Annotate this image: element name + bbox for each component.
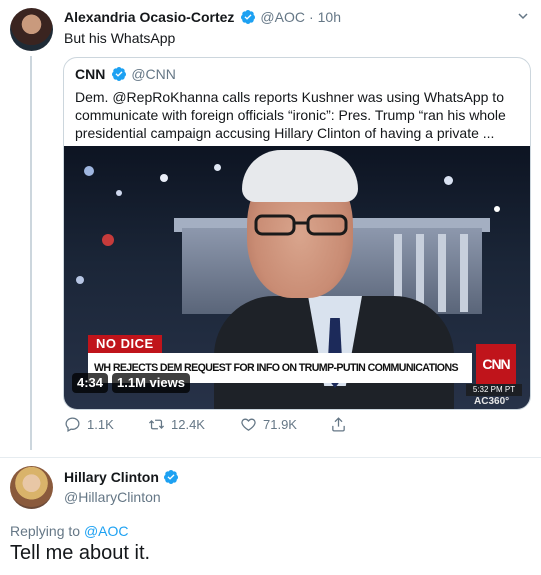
quoted-tweet-header: CNN @CNN — [75, 66, 176, 82]
background-light — [160, 174, 168, 182]
aoc-avatar[interactable] — [10, 8, 53, 51]
anchor-glasses — [254, 214, 348, 236]
chevron-down-icon[interactable] — [517, 10, 529, 22]
hillary-avatar[interactable] — [10, 466, 53, 509]
show-name: AC360° — [474, 396, 510, 407]
verified-badge-icon — [163, 470, 178, 484]
reply-count: 1.1K — [87, 417, 114, 432]
replying-to: Replying to @AOC — [10, 523, 129, 539]
quoted-tweet-text: Dem. @RepRoKhanna calls reports Kushner … — [75, 89, 506, 141]
hillary-handle[interactable]: @HillaryClinton — [64, 489, 161, 505]
background-light — [102, 234, 114, 246]
reply-tweet-text: Tell me about it. — [10, 542, 151, 564]
retweet-icon — [148, 419, 165, 430]
background-light — [214, 164, 221, 171]
meta-separator: · — [308, 9, 314, 25]
chyron-tag: NO DICE — [88, 335, 162, 353]
reply-tweet-header: Hillary Clinton — [64, 469, 179, 485]
reply-button[interactable]: 1.1K — [64, 416, 114, 433]
background-light — [444, 176, 453, 185]
aoc-handle[interactable]: @AOC — [260, 9, 305, 25]
reply-icon — [65, 417, 80, 432]
video-views-badge: 1.1M views — [112, 373, 190, 393]
cnn-display-name: CNN — [75, 66, 106, 82]
verified-badge-icon — [241, 10, 256, 24]
anchor-hair — [242, 150, 358, 202]
hillary-display-name[interactable]: Hillary Clinton — [64, 469, 159, 485]
background-light — [494, 206, 500, 212]
like-button[interactable]: 71.9K — [240, 416, 297, 433]
tweet-actions: 1.1K 12.4K 71.9K — [64, 416, 354, 436]
tweet-divider — [0, 457, 541, 458]
retweet-button[interactable]: 12.4K — [148, 416, 205, 433]
verified-badge-icon — [112, 67, 127, 81]
aoc-tweet: Alexandria Ocasio-Cortez @AOC · 10h But … — [0, 0, 541, 458]
white-house-column — [460, 234, 468, 312]
replying-to-prefix: Replying to — [10, 523, 81, 539]
replying-to-link[interactable]: @AOC — [84, 523, 129, 539]
background-light — [116, 190, 122, 196]
thread-line — [30, 56, 32, 450]
aoc-display-name[interactable]: Alexandria Ocasio-Cortez — [64, 9, 234, 25]
video-duration-badge: 4:34 — [72, 373, 109, 393]
aoc-tweet-header: Alexandria Ocasio-Cortez @AOC · 10h — [64, 8, 341, 26]
share-button[interactable] — [330, 416, 347, 433]
heart-icon — [241, 418, 256, 431]
aoc-tweet-time[interactable]: 10h — [318, 9, 341, 25]
quoted-tweet-card[interactable]: CNN @CNN Dem. @RepRoKhanna calls reports… — [63, 57, 531, 410]
aoc-tweet-text: But his WhatsApp — [64, 30, 176, 46]
video-player[interactable]: NO DICE WH REJECTS DEM REQUEST FOR INFO … — [64, 146, 530, 409]
retweet-count: 12.4K — [171, 417, 205, 432]
white-house-column — [438, 234, 446, 312]
like-count: 71.9K — [263, 417, 297, 432]
background-light — [76, 276, 84, 284]
share-icon — [332, 417, 345, 432]
cnn-logo: CNN — [476, 344, 516, 384]
broadcast-timestamp: 5:32 PM PT — [466, 384, 522, 396]
background-light — [84, 166, 94, 176]
cnn-handle: @CNN — [131, 66, 176, 82]
